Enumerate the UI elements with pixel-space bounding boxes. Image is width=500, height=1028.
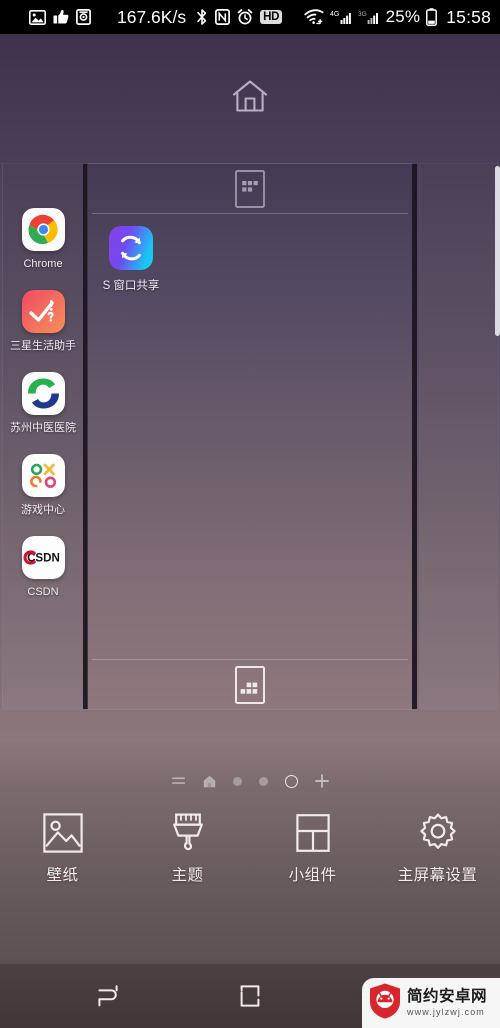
app-chrome[interactable]: Chrome [3, 208, 83, 271]
watermark-url: www.jylzwj.com [407, 1006, 485, 1017]
menu-label: 壁纸 [46, 867, 79, 884]
svg-text:3G: 3G [358, 11, 367, 18]
recents-icon [98, 985, 118, 1007]
status-bar-right-icons: 4G 3G 25% 15:58 [303, 6, 491, 28]
page-preview-right[interactable] [420, 164, 498, 709]
home-screen-button[interactable] [0, 34, 500, 158]
s-window-share-icon [109, 226, 153, 270]
wifi-icon [303, 9, 324, 25]
samsung-life-assistant-icon [21, 290, 65, 333]
alarm-icon [237, 9, 253, 25]
watermark-site-name: 简约安卓网 [407, 988, 488, 1006]
app-drawer-bottom-icon [235, 665, 265, 704]
menu-label: 小组件 [288, 867, 337, 884]
center-page-app-grid: S 窗口共享 [88, 216, 412, 293]
page-preview-far-left[interactable] [0, 164, 2, 709]
app-csdn[interactable]: CSDN CSDN [3, 536, 83, 599]
app-game-center[interactable]: 游戏中心 [3, 454, 83, 517]
center-page-top-divider [92, 213, 408, 214]
bluetooth-icon [196, 8, 208, 26]
game-center-icon [21, 454, 65, 497]
watermark: 简约安卓网 www.jylzwj.com [362, 978, 500, 1028]
csdn-icon: CSDN [21, 536, 65, 579]
menu-wallpaper[interactable]: 壁纸 [3, 810, 123, 885]
widgets-grid-icon [293, 810, 333, 856]
app-suzhou-tcm-hospital[interactable]: 苏州中医医院 [3, 372, 83, 435]
app-label: 苏州中医医院 [10, 422, 76, 434]
app-label: Chrome [23, 258, 63, 270]
signal-4g-icon: 4G [330, 9, 352, 25]
page-preview-left[interactable]: Chrome 三星生活助手 苏州中医医院 游戏中心 CSDN CSDN [3, 164, 83, 709]
android-shield-logo [368, 982, 402, 1025]
home-screen-edit-mode: 167.6K/s HD 4G 3G 25% 15:58 Chrome 三星生活助… [0, 0, 500, 1028]
recents-button[interactable] [50, 964, 170, 1028]
app-samsung-life-assistant[interactable]: 三星生活助手 [3, 290, 83, 353]
theme-brush-icon [168, 810, 208, 856]
menu-label: 主屏幕设置 [397, 867, 478, 884]
battery-icon [426, 8, 438, 26]
home-button[interactable] [190, 964, 310, 1028]
page-indicator-current[interactable] [284, 774, 298, 788]
center-page-top-bar[interactable] [88, 164, 412, 213]
app-drawer-top-icon [235, 169, 265, 208]
screen-recorder-icon [76, 9, 91, 25]
page-indicator-add[interactable] [314, 774, 329, 788]
wallpaper-icon [42, 810, 84, 856]
vertical-scrollbar[interactable] [495, 166, 500, 336]
watermark-text: 简约安卓网 www.jylzwj.com [407, 989, 487, 1017]
page-indicator-home[interactable] [203, 775, 216, 788]
app-s-window-share[interactable]: S 窗口共享 [90, 226, 172, 293]
thumbs-up-icon [53, 9, 69, 25]
page-gap-right [412, 164, 417, 709]
signal-3g-icon: 3G [358, 9, 378, 25]
menu-theme[interactable]: 主题 [128, 810, 248, 885]
status-bar: 167.6K/s HD 4G 3G 25% 15:58 [0, 0, 500, 34]
app-label: 游戏中心 [21, 504, 65, 516]
page-indicator-dot-1[interactable] [232, 776, 242, 786]
hd-badge: HD [260, 10, 283, 24]
left-page-app-list: Chrome 三星生活助手 苏州中医医院 游戏中心 CSDN CSDN [3, 208, 83, 618]
app-label: 三星生活助手 [10, 340, 76, 352]
page-indicator-list[interactable] [171, 775, 186, 787]
app-label: S 窗口共享 [102, 280, 160, 292]
page-preview-center-selected[interactable]: S 窗口共享 [88, 164, 412, 709]
menu-home-settings[interactable]: 主屏幕设置 [378, 810, 498, 885]
status-bar-left-icons: 167.6K/s HD [29, 6, 283, 28]
battery-percent-text: 25% [385, 7, 421, 26]
chrome-icon [21, 208, 65, 251]
clock-text: 15:58 [446, 6, 491, 27]
page-indicator-dot-2[interactable] [258, 776, 268, 786]
app-label: CSDN [27, 586, 59, 598]
page-indicator-row [0, 770, 500, 792]
home-edit-bottom-menu: 壁纸 主题 小组件 主屏幕设置 [0, 800, 500, 905]
menu-widgets[interactable]: 小组件 [253, 810, 373, 885]
svg-text:4G: 4G [330, 11, 339, 18]
menu-label: 主题 [171, 867, 204, 884]
image-icon [29, 9, 46, 25]
home-page-previews: Chrome 三星生活助手 苏州中医医院 游戏中心 CSDN CSDN S 窗口… [0, 164, 500, 709]
nfc-icon [215, 9, 231, 25]
network-speed-text: 167.6K/s [117, 6, 187, 27]
center-page-bottom-bar[interactable] [88, 660, 412, 709]
home-square-icon [240, 985, 260, 1007]
home-icon [232, 80, 268, 112]
suzhou-tcm-hospital-icon [21, 372, 65, 415]
gear-icon [417, 810, 459, 856]
